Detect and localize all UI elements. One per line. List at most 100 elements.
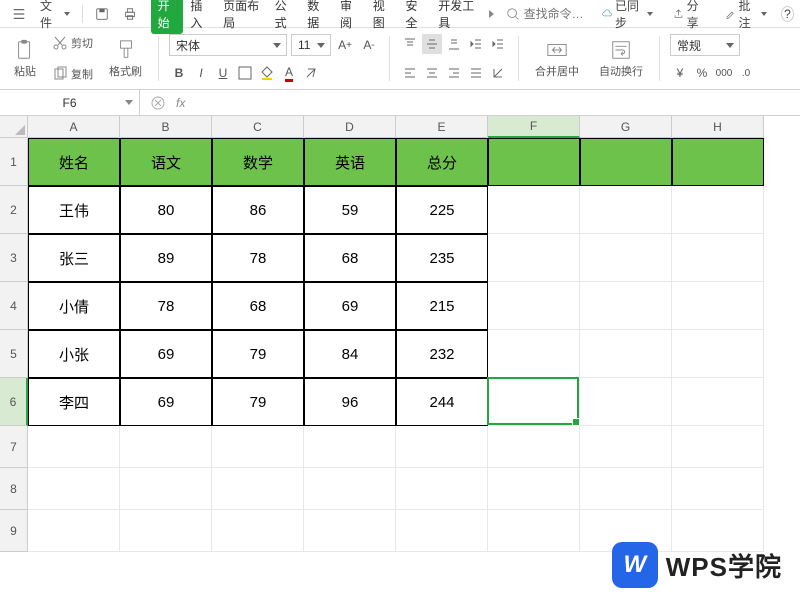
- cell-F9[interactable]: [488, 510, 580, 552]
- align-left-button[interactable]: [400, 63, 420, 83]
- row-header-3[interactable]: 3: [0, 234, 28, 282]
- cell-D2[interactable]: 59: [304, 186, 396, 234]
- file-menu[interactable]: 文件: [34, 0, 76, 33]
- underline-button[interactable]: U: [213, 63, 233, 83]
- align-top-button[interactable]: [400, 34, 420, 54]
- copy-button[interactable]: 复制: [50, 65, 95, 83]
- cell-G7[interactable]: [580, 426, 672, 468]
- fill-color-button[interactable]: [257, 63, 277, 83]
- row-header-1[interactable]: 1: [0, 138, 28, 186]
- cancel-icon[interactable]: [150, 95, 166, 111]
- increase-decimal-button[interactable]: .0: [736, 63, 756, 83]
- cell-F6[interactable]: [488, 378, 580, 426]
- row-header-2[interactable]: 2: [0, 186, 28, 234]
- cell-F3[interactable]: [488, 234, 580, 282]
- cell-E1[interactable]: 总分: [396, 138, 488, 186]
- cell-G3[interactable]: [580, 234, 672, 282]
- cell-G5[interactable]: [580, 330, 672, 378]
- cell-G1[interactable]: [580, 138, 672, 186]
- decrease-font-button[interactable]: A-: [359, 35, 379, 55]
- col-header-G[interactable]: G: [580, 116, 672, 138]
- cell-E2[interactable]: 225: [396, 186, 488, 234]
- cell-F2[interactable]: [488, 186, 580, 234]
- align-justify-button[interactable]: [466, 63, 486, 83]
- row-header-9[interactable]: 9: [0, 510, 28, 552]
- align-middle-button[interactable]: [422, 34, 442, 54]
- cell-F7[interactable]: [488, 426, 580, 468]
- paste-button[interactable]: 粘贴: [8, 32, 42, 85]
- cell-A3[interactable]: 张三: [28, 234, 120, 282]
- tab-8[interactable]: 开发工具: [431, 0, 482, 35]
- cell-A5[interactable]: 小张: [28, 330, 120, 378]
- cell-C1[interactable]: 数学: [212, 138, 304, 186]
- cell-B5[interactable]: 69: [120, 330, 212, 378]
- cell-E4[interactable]: 215: [396, 282, 488, 330]
- cell-E5[interactable]: 232: [396, 330, 488, 378]
- cell-B8[interactable]: [120, 468, 212, 510]
- align-right-button[interactable]: [444, 63, 464, 83]
- tabs-overflow-icon[interactable]: [489, 10, 494, 18]
- cell-F8[interactable]: [488, 468, 580, 510]
- col-header-C[interactable]: C: [212, 116, 304, 138]
- row-header-5[interactable]: 5: [0, 330, 28, 378]
- col-header-F[interactable]: F: [488, 116, 580, 138]
- cell-C2[interactable]: 86: [212, 186, 304, 234]
- row-header-8[interactable]: 8: [0, 468, 28, 510]
- font-color-button[interactable]: A: [279, 63, 299, 83]
- cell-C8[interactable]: [212, 468, 304, 510]
- command-search[interactable]: [506, 7, 594, 21]
- share-button[interactable]: 分享: [667, 0, 712, 33]
- cell-B9[interactable]: [120, 510, 212, 552]
- cell-A9[interactable]: [28, 510, 120, 552]
- cell-G2[interactable]: [580, 186, 672, 234]
- cell-C3[interactable]: 78: [212, 234, 304, 282]
- cell-B7[interactable]: [120, 426, 212, 468]
- cell-A8[interactable]: [28, 468, 120, 510]
- tab-0[interactable]: 开始: [151, 0, 184, 34]
- col-header-E[interactable]: E: [396, 116, 488, 138]
- align-center-button[interactable]: [422, 63, 442, 83]
- cell-A6[interactable]: 李四: [28, 378, 120, 426]
- font-name-select[interactable]: 宋体: [169, 34, 287, 56]
- cell-A2[interactable]: 王伟: [28, 186, 120, 234]
- number-format-select[interactable]: 常规: [670, 34, 740, 56]
- col-header-H[interactable]: H: [672, 116, 764, 138]
- cell-G6[interactable]: [580, 378, 672, 426]
- tab-3[interactable]: 公式: [268, 0, 301, 35]
- col-header-A[interactable]: A: [28, 116, 120, 138]
- cell-E6[interactable]: 244: [396, 378, 488, 426]
- tab-6[interactable]: 视图: [366, 0, 399, 35]
- cell-A1[interactable]: 姓名: [28, 138, 120, 186]
- print-button[interactable]: [117, 5, 143, 23]
- select-all-corner[interactable]: [0, 116, 28, 138]
- sync-status[interactable]: 已同步: [596, 0, 659, 33]
- cell-H7[interactable]: [672, 426, 764, 468]
- fx-label[interactable]: fx: [176, 96, 185, 110]
- cell-G8[interactable]: [580, 468, 672, 510]
- cell-A4[interactable]: 小倩: [28, 282, 120, 330]
- cell-D5[interactable]: 84: [304, 330, 396, 378]
- bold-button[interactable]: B: [169, 63, 189, 83]
- cell-H2[interactable]: [672, 186, 764, 234]
- col-header-D[interactable]: D: [304, 116, 396, 138]
- cell-D1[interactable]: 英语: [304, 138, 396, 186]
- cell-H3[interactable]: [672, 234, 764, 282]
- clear-format-button[interactable]: [301, 63, 321, 83]
- command-search-input[interactable]: [524, 7, 594, 21]
- cell-G4[interactable]: [580, 282, 672, 330]
- cell-D6[interactable]: 96: [304, 378, 396, 426]
- help-button[interactable]: ?: [781, 6, 794, 22]
- cell-E7[interactable]: [396, 426, 488, 468]
- align-bottom-button[interactable]: [444, 34, 464, 54]
- italic-button[interactable]: I: [191, 63, 211, 83]
- cut-button[interactable]: 剪切: [50, 34, 95, 52]
- increase-font-button[interactable]: A+: [335, 35, 355, 55]
- currency-button[interactable]: ¥: [670, 63, 690, 83]
- decrease-indent-button[interactable]: [466, 34, 486, 54]
- format-painter-button[interactable]: 格式刷: [103, 32, 148, 85]
- cell-B4[interactable]: 78: [120, 282, 212, 330]
- cell-D8[interactable]: [304, 468, 396, 510]
- cell-grid[interactable]: 姓名语文数学英语总分王伟808659225张三897868235小倩786869…: [28, 138, 764, 552]
- cell-C6[interactable]: 79: [212, 378, 304, 426]
- tab-2[interactable]: 页面布局: [216, 0, 267, 35]
